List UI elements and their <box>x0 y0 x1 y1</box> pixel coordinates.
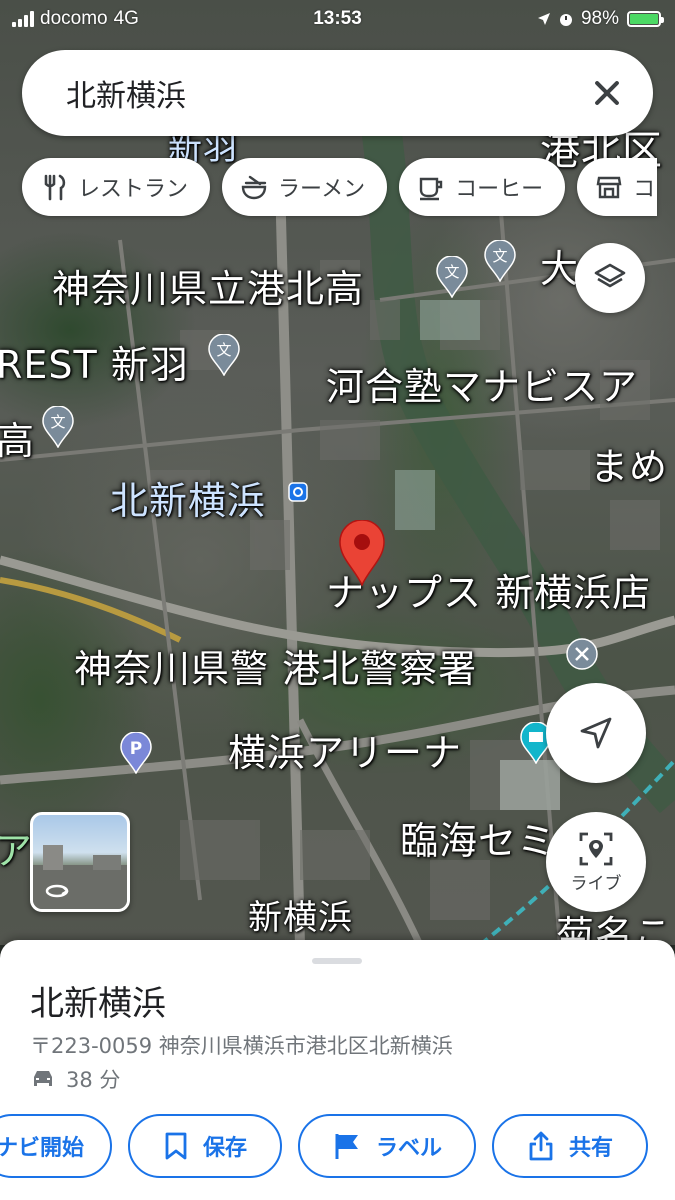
school-pin-icon[interactable]: 文 <box>42 406 74 448</box>
place-title: 北新横浜 <box>30 984 166 1024</box>
map-label-kohoku-high-school: 神奈川県立港北高 <box>52 267 365 311</box>
drag-handle[interactable] <box>312 958 362 964</box>
close-icon[interactable] <box>589 75 625 111</box>
svg-text:文: 文 <box>444 263 459 281</box>
category-chips: レストラン ラーメン コーヒー コ <box>22 158 658 216</box>
parking-pin-icon[interactable]: P <box>120 732 152 774</box>
police-icon[interactable] <box>566 638 598 670</box>
status-right: 98% <box>537 8 664 30</box>
location-services-icon <box>537 13 550 25</box>
save-button[interactable]: 保存 <box>128 1114 282 1178</box>
action-label: 保存 <box>202 1136 247 1161</box>
map-label-shin-yokohama: 新横浜 <box>248 898 353 938</box>
status-bar: docomo 4G 13:53 98% <box>0 0 675 40</box>
layers-button[interactable] <box>575 243 645 313</box>
layers-icon <box>594 263 626 288</box>
svg-text:文: 文 <box>492 247 507 265</box>
school-pin-icon[interactable]: 文 <box>484 240 516 282</box>
chip-label: コーヒー <box>455 177 544 202</box>
travel-time: 38 分 <box>66 1068 121 1092</box>
svg-text:P: P <box>130 739 142 759</box>
live-view-button[interactable]: ライブ <box>546 812 646 912</box>
map-label-left-edge: ア <box>0 829 34 873</box>
map-label-high-school-2: 高 <box>0 419 36 463</box>
action-label: ラベル <box>375 1136 442 1161</box>
action-buttons: ナビ開始 保存 ラベル 共有 <box>0 1114 648 1178</box>
station-icon[interactable] <box>288 482 308 502</box>
my-location-button[interactable] <box>546 683 646 783</box>
map-label-kitashinyokohama-station: 北新横浜 <box>110 479 267 523</box>
chip-restaurant[interactable]: レストラン <box>22 158 211 216</box>
place-address: 〒223-0059 神奈川県横浜市港北区北新横浜 <box>30 1034 453 1058</box>
rotate-360-icon <box>33 845 127 909</box>
school-pin-icon[interactable]: 文 <box>208 334 240 376</box>
place-bottom-sheet[interactable]: 北新横浜 〒223-0059 神奈川県横浜市港北区北新横浜 38 分 ナビ開始 … <box>0 940 675 1200</box>
share-icon <box>529 1131 553 1161</box>
map-label-kawaijuku: 河合塾マナビスア <box>326 365 639 409</box>
svg-text:文: 文 <box>50 413 65 431</box>
coffee-icon <box>419 177 443 201</box>
svg-text:文: 文 <box>216 341 231 359</box>
map-label-mame: まめ <box>590 445 669 489</box>
map-label-kohoku-police: 神奈川県警 港北警察署 <box>74 647 478 691</box>
share-button[interactable]: 共有 <box>492 1114 648 1178</box>
location-pin-icon[interactable] <box>338 520 386 586</box>
battery-percent: 98% <box>580 8 619 29</box>
chip-label: ラーメン <box>278 177 366 202</box>
street-view-thumbnail[interactable] <box>30 812 130 912</box>
restaurant-icon <box>44 174 66 201</box>
live-view-label: ライブ <box>570 873 622 894</box>
chip-label: コ <box>633 177 656 202</box>
car-icon <box>34 1071 52 1086</box>
start-navigation-button[interactable]: ナビ開始 <box>0 1114 112 1178</box>
chip-coffee[interactable]: コーヒー <box>399 158 566 216</box>
satellite-map[interactable]: 港北区 新羽 神奈川県立港北高 大山 REST 新羽 河合塾マナビスア 高 まめ… <box>0 0 675 945</box>
chip-ramen[interactable]: ラーメン <box>222 158 388 216</box>
live-view-icon <box>579 832 613 865</box>
navigation-arrow-icon <box>580 717 612 749</box>
search-bar[interactable]: 北新横浜 <box>22 50 653 136</box>
map-label-rest-nippa: REST 新羽 <box>0 343 189 387</box>
alarm-icon <box>559 14 572 26</box>
school-pin-icon[interactable]: 文 <box>436 256 468 298</box>
store-icon <box>596 176 622 199</box>
flag-icon <box>335 1134 358 1159</box>
label-button[interactable]: ラベル <box>298 1114 476 1178</box>
ramen-icon <box>241 175 267 200</box>
action-label: ナビ開始 <box>0 1136 84 1161</box>
map-label-yokohama-arena: 横浜アリーナ <box>228 731 463 775</box>
chip-label: レストラン <box>78 177 189 202</box>
map-label-kikuna: 菊名こ <box>556 913 674 945</box>
chip-store[interactable]: コ <box>577 158 658 216</box>
travel-time-row[interactable]: 38 分 <box>30 1064 120 1094</box>
bookmark-icon <box>165 1132 187 1160</box>
search-input[interactable]: 北新横浜 <box>66 71 589 115</box>
battery-icon <box>627 11 664 27</box>
action-label: 共有 <box>568 1136 613 1161</box>
